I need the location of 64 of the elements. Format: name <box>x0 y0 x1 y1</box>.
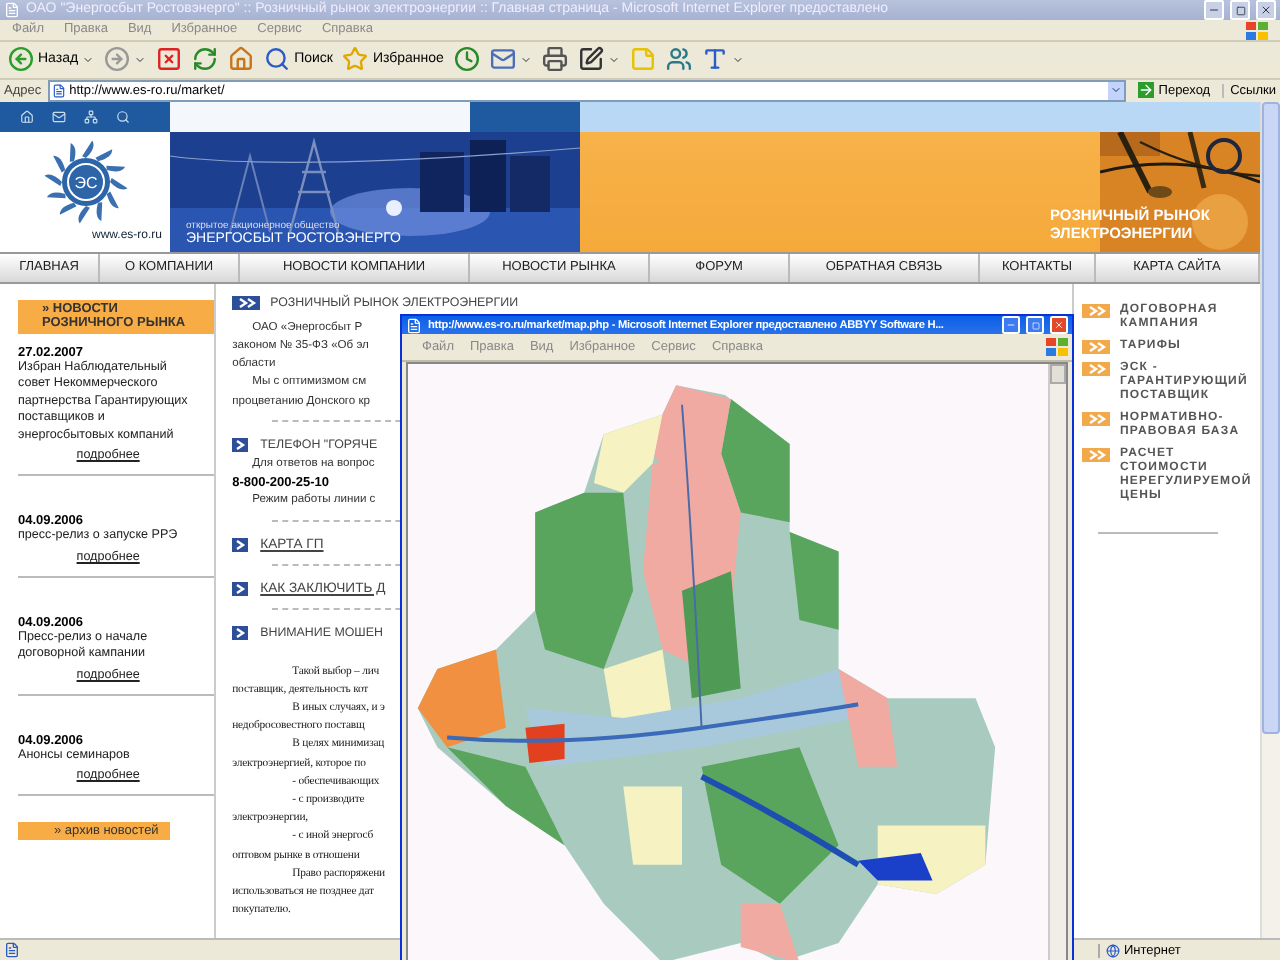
font-icon <box>701 46 728 73</box>
arrow-badge-icon <box>232 581 249 595</box>
flag-icon <box>1046 338 1068 357</box>
arrow-badge-icon <box>1082 411 1110 426</box>
arrow-badge-icon <box>232 437 249 452</box>
caret-icon <box>1110 84 1123 97</box>
cross-icon <box>156 46 183 73</box>
arrow-badge-icon <box>232 295 261 310</box>
caret-icon <box>519 53 532 66</box>
logo: ЭС <box>43 140 127 225</box>
browser-icon <box>4 2 20 18</box>
minimize-button[interactable] <box>1002 316 1020 335</box>
arrow-badge-icon <box>232 537 249 551</box>
stop-button[interactable] <box>154 43 185 76</box>
clock-icon <box>453 46 480 73</box>
flag-icon <box>1246 21 1268 39</box>
close-button[interactable] <box>1256 0 1276 20</box>
forward-button[interactable] <box>102 43 149 76</box>
arrow-badge-icon <box>232 625 249 639</box>
envelope-icon[interactable] <box>52 109 66 124</box>
globe-icon <box>1106 943 1120 958</box>
refresh-button[interactable] <box>190 43 221 76</box>
people-icon <box>665 46 692 73</box>
note-icon <box>629 46 656 73</box>
printer-icon <box>541 46 568 73</box>
home-button[interactable] <box>226 43 257 76</box>
house-icon[interactable] <box>20 109 34 124</box>
arrow-badge-icon <box>1082 303 1110 318</box>
minimize-button[interactable] <box>1204 0 1224 20</box>
envelope-icon <box>489 46 516 73</box>
dropdown-button[interactable] <box>1108 81 1125 100</box>
browser-icon <box>406 317 422 334</box>
close-icon <box>1260 4 1272 16</box>
caret-icon <box>607 53 620 66</box>
maximize-icon <box>1235 5 1245 15</box>
house-icon <box>228 46 255 73</box>
page-icon <box>4 942 20 959</box>
arrow-right-icon <box>104 46 131 73</box>
arrow-badge-icon <box>1082 447 1110 462</box>
minimize-icon <box>1208 4 1220 16</box>
search-icon[interactable] <box>116 109 130 124</box>
search-icon <box>264 46 291 73</box>
star-icon <box>342 46 369 73</box>
minimize-icon <box>1006 320 1016 331</box>
scrollbar[interactable] <box>1260 101 1280 939</box>
caret-icon <box>134 53 147 66</box>
arrow-badge-icon <box>1082 339 1110 354</box>
maximize-button[interactable] <box>1230 0 1250 20</box>
print-button[interactable] <box>539 43 570 76</box>
arrow-left-icon <box>8 46 34 73</box>
page-icon <box>51 83 66 98</box>
arrow-right-icon <box>1138 82 1155 99</box>
edit-button[interactable] <box>575 43 622 76</box>
history-button[interactable] <box>451 43 482 76</box>
maximize-button[interactable] <box>1026 316 1044 335</box>
scrollbar[interactable] <box>1048 364 1066 960</box>
messenger-button[interactable] <box>663 43 694 76</box>
caret-icon <box>731 53 744 66</box>
maximize-icon <box>1031 321 1039 330</box>
arrow-badge-icon <box>1082 361 1110 376</box>
pen-icon <box>577 46 604 73</box>
caret-icon <box>82 53 95 66</box>
refresh-icon <box>192 46 219 73</box>
sitemap-icon[interactable] <box>84 109 98 124</box>
